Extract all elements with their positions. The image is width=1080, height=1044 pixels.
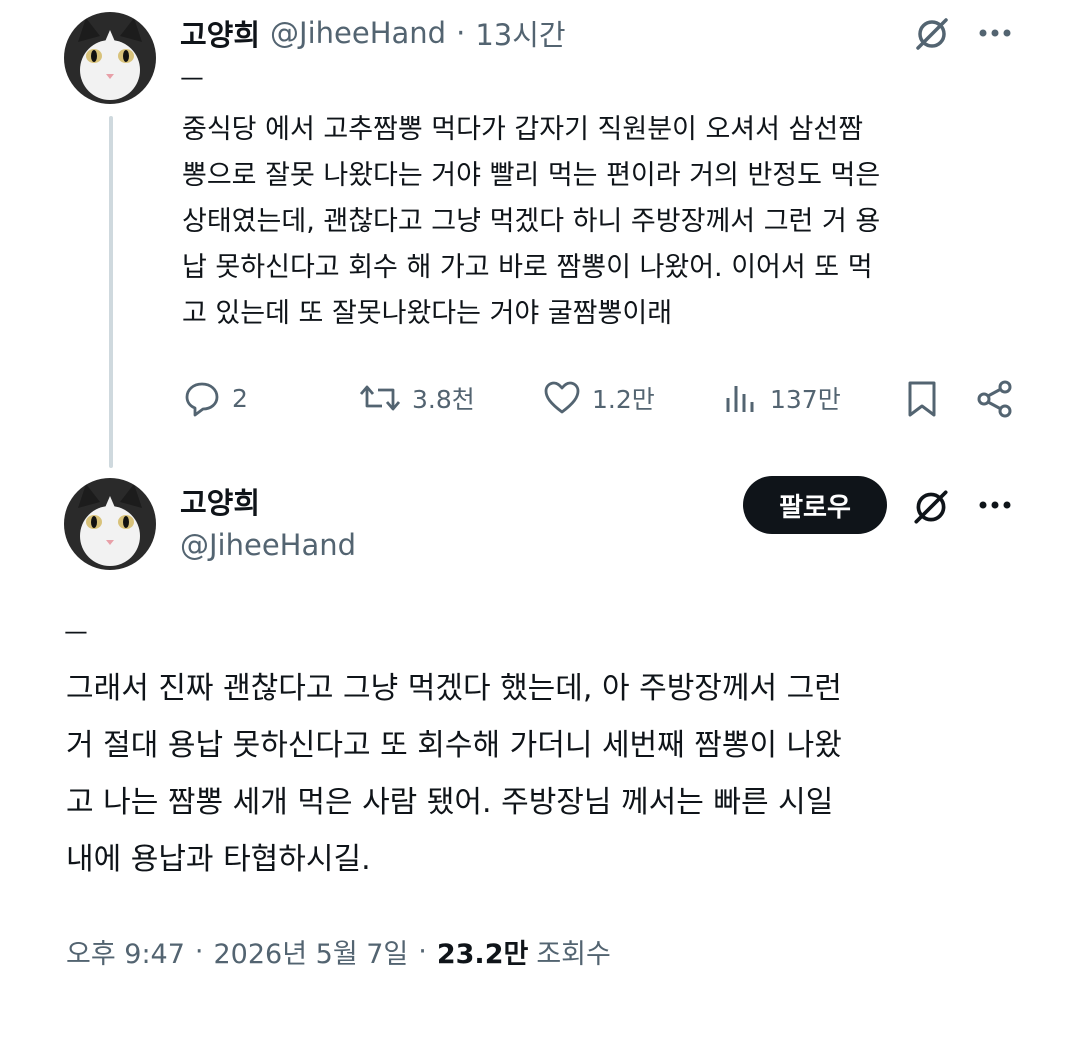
tweet1-line: 뽕으로 잘못 나왔다는 거야 빨리 먹는 편이라 거의 반정도 먹은 <box>182 160 881 191</box>
author-handle[interactable]: @JiheeHand <box>270 16 446 50</box>
reply-count: 2 <box>232 383 248 413</box>
like-icon <box>544 381 580 414</box>
share-icon[interactable] <box>974 378 1016 420</box>
cat-avatar-image <box>64 12 156 104</box>
tweet1-line: 납 못하신다고 회수 해 가고 바로 짬뽕이 나왔어. 이어서 또 먹 <box>182 252 873 283</box>
tweet-time[interactable]: 오후 9:47 <box>66 932 185 971</box>
tweet-date[interactable]: 2026년 5월 7일 <box>214 932 409 971</box>
separator-dot: · <box>456 16 466 50</box>
repost-count: 3.8천 <box>412 385 475 414</box>
follow-button[interactable]: 팔로우 <box>743 476 887 534</box>
tweet1-line: 중식당 에서 고추짬뽕 먹다가 갑자기 직원분이 오셔서 삼선짬 <box>182 114 864 145</box>
repost-icon <box>359 385 401 411</box>
avatar[interactable] <box>64 478 156 570</box>
tweet-time[interactable]: 13시간 <box>475 12 565 54</box>
cat-avatar-image <box>64 478 156 570</box>
more-icon[interactable] <box>975 498 1015 512</box>
tweet2-dash: ㅡ <box>64 620 88 650</box>
separator-dot: · <box>418 936 427 967</box>
tweet-meta: 오후 9:47 · 2026년 5월 7일 · 23.2만 조회수 <box>66 932 611 971</box>
author-handle[interactable]: @JiheeHand <box>180 528 356 562</box>
grok-icon[interactable] <box>912 14 952 54</box>
bookmark-icon[interactable] <box>902 378 942 420</box>
view-count: 23.2만 <box>436 939 529 970</box>
like-count: 1.2만 <box>592 385 655 414</box>
tweet2-text: 그래서 진짜 괜찮다고 그냥 먹겠다 했는데, 아 주방장께서 그런 거 절대 … <box>66 660 1026 888</box>
author-name[interactable]: 고양희 <box>180 480 260 522</box>
view-stats: 23.2만 조회수 <box>437 932 611 971</box>
tweet1-header: 고양희 @JiheeHand · 13시간 <box>180 12 566 54</box>
repost-button[interactable]: 3.8천 <box>358 378 475 418</box>
tweet1-text: 중식당 에서 고추짬뽕 먹다가 갑자기 직원분이 오셔서 삼선짬 뽕으로 잘못 … <box>182 107 1017 337</box>
thread-connector-line <box>109 116 113 468</box>
avatar[interactable] <box>64 12 156 104</box>
tweet1-line: 상태였는데, 괜찮다고 그냥 먹겠다 하니 주방장께서 그런 거 용 <box>182 206 881 237</box>
view-count: 137만 <box>770 385 841 414</box>
grok-icon[interactable] <box>910 486 952 528</box>
views-button[interactable]: 137만 <box>720 378 841 418</box>
reply-icon <box>185 382 219 417</box>
author-name[interactable]: 고양희 <box>180 12 260 54</box>
tweet1-line: 고 있는데 또 잘못나왔다는 거야 굴짬뽕이래 <box>182 298 673 329</box>
tweet2-line: 거 절대 용납 못하신다고 또 회수해 가더니 세번째 짬뽕이 나왔 <box>66 728 842 763</box>
tweet1-dash: ㅡ <box>180 66 204 96</box>
views-icon <box>726 386 754 412</box>
tweet2-line: 그래서 진짜 괜찮다고 그냥 먹겠다 했는데, 아 주방장께서 그런 <box>66 671 842 706</box>
tweet2-line: 고 나는 짬뽕 세개 먹은 사람 됐어. 주방장님 께서는 빠른 시일 <box>66 785 834 820</box>
separator-dot: · <box>194 936 204 967</box>
like-button[interactable]: 1.2만 <box>542 378 655 418</box>
tweet2-line: 내에 용납과 타협하시길. <box>66 842 371 877</box>
view-label: 조회수 <box>536 939 611 970</box>
more-icon[interactable] <box>975 26 1015 40</box>
reply-button[interactable]: 2 <box>182 378 248 418</box>
